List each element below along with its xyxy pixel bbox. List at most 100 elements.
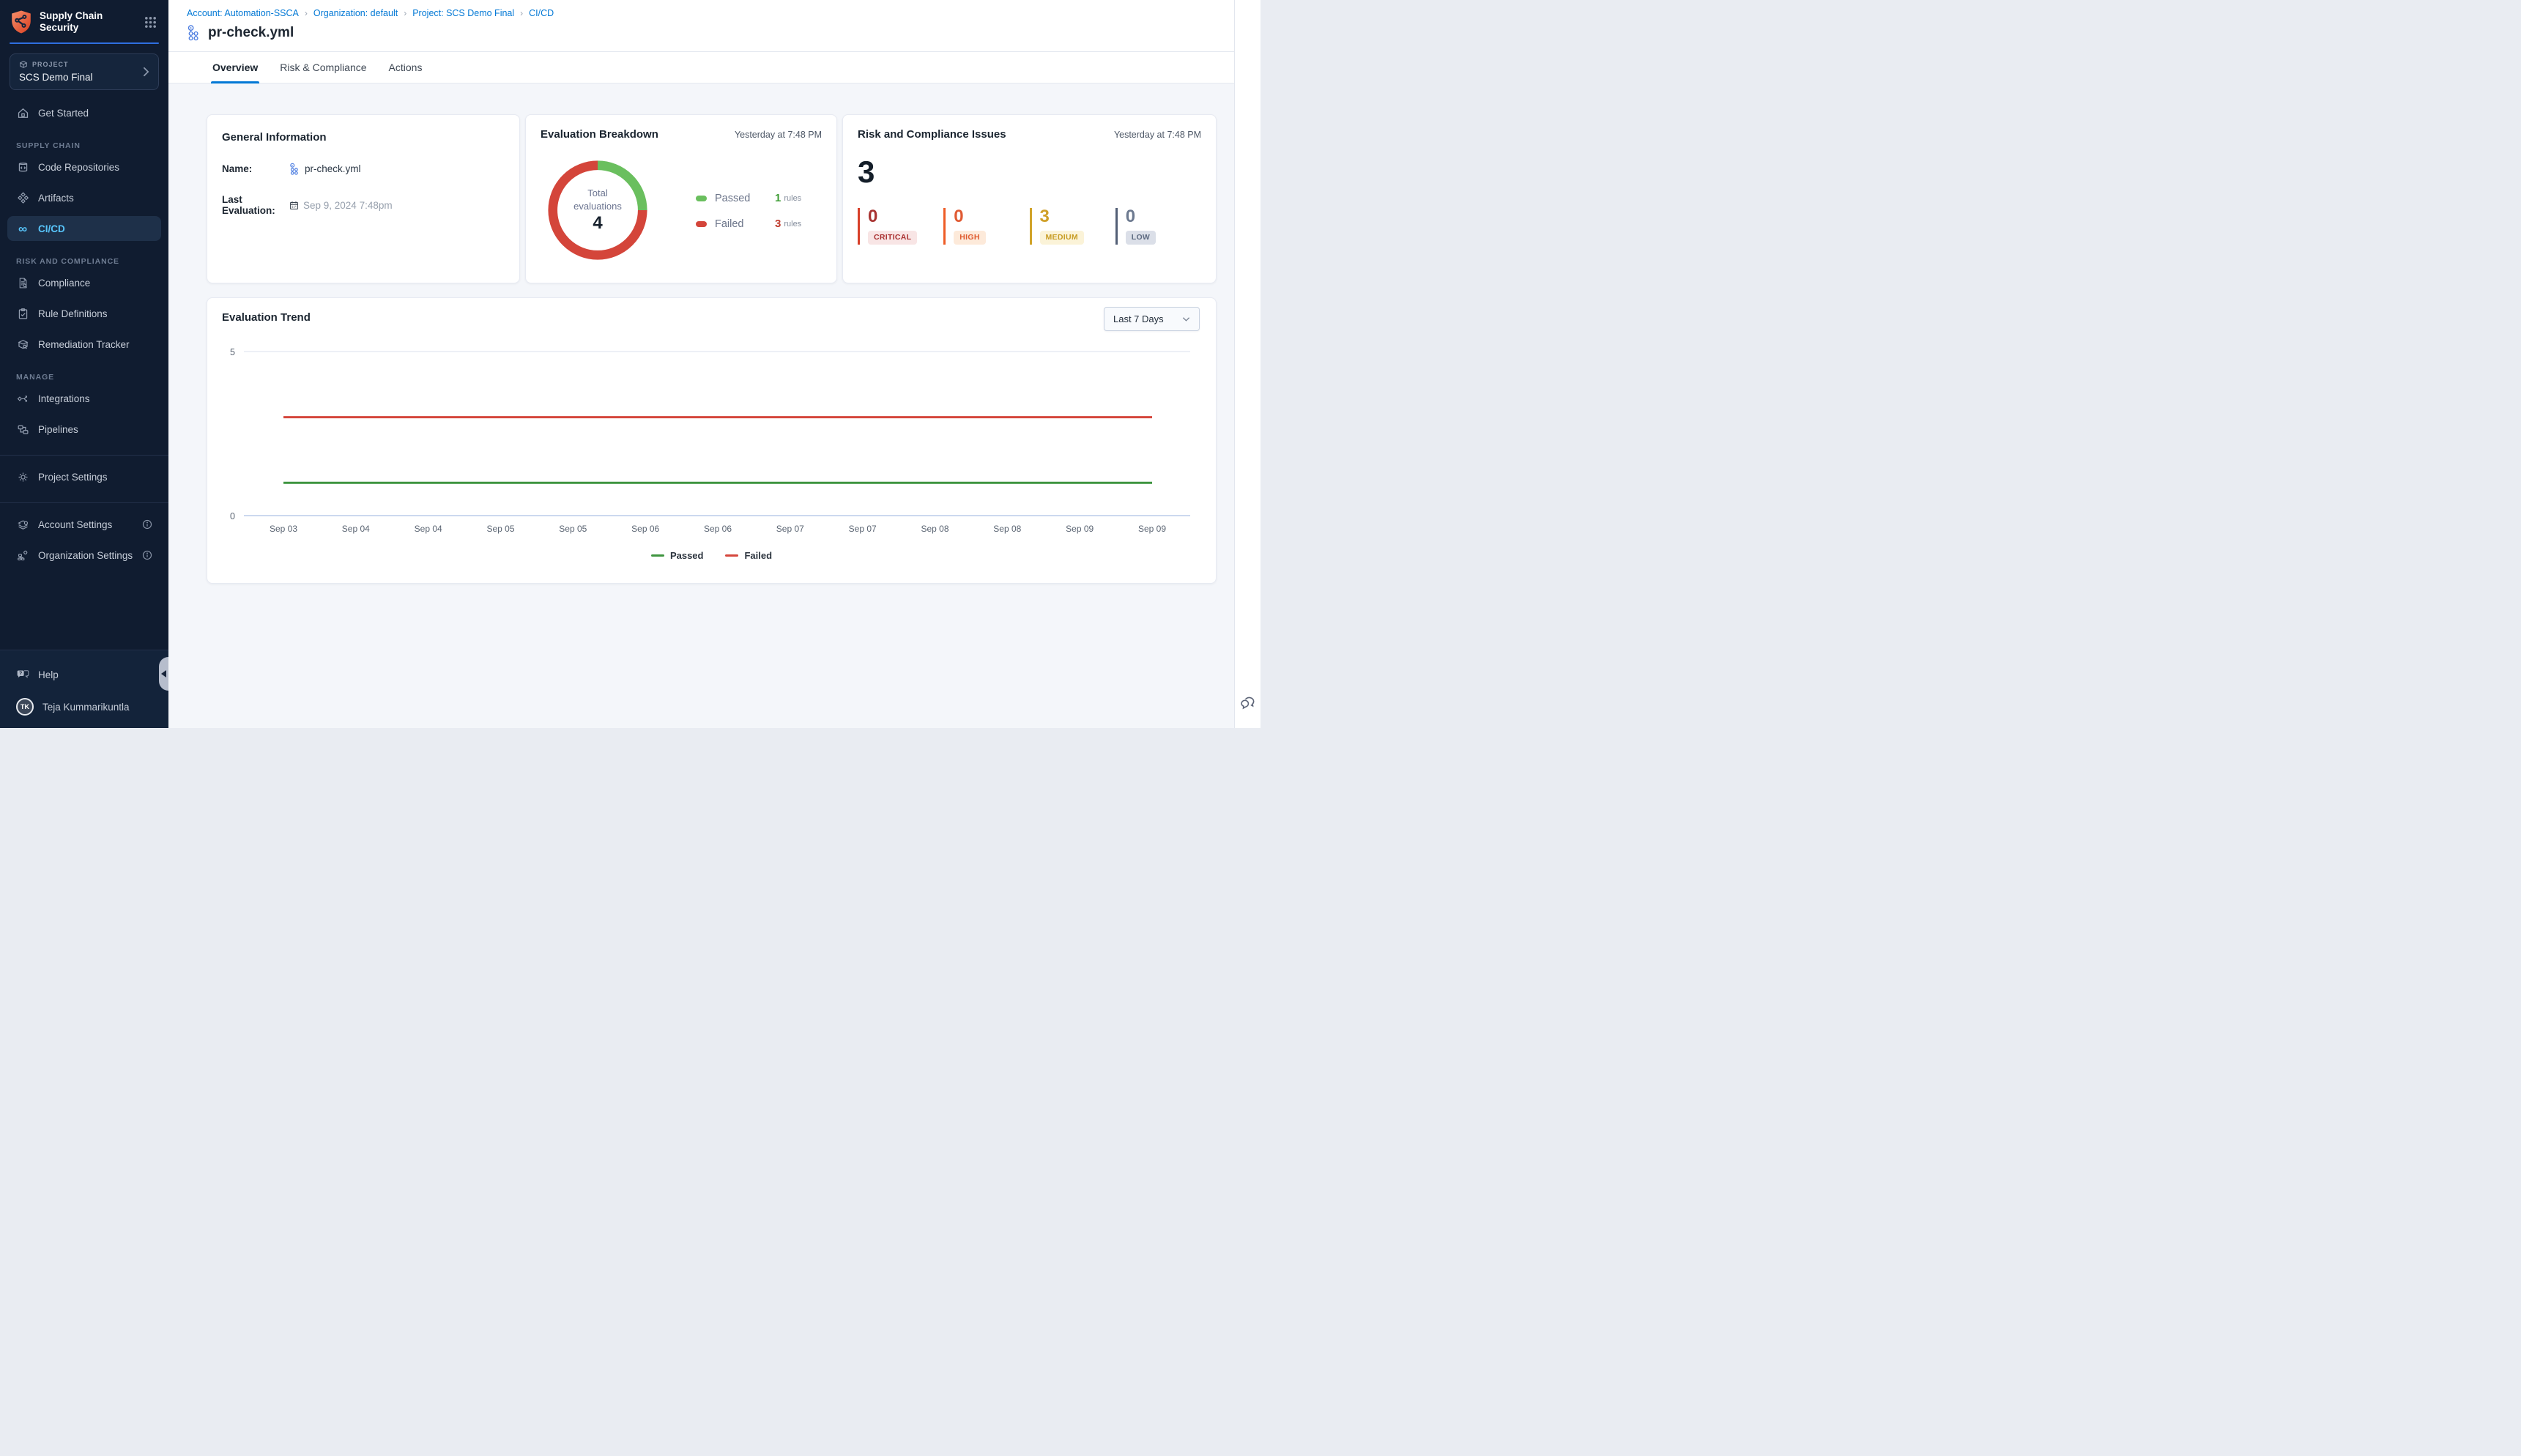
sidebar-item-label: Account Settings — [38, 519, 112, 530]
name-label: Name: — [222, 163, 289, 174]
breadcrumb: Account: Automation-SSCA › Organization:… — [187, 8, 554, 18]
sidebar-item-label: Organization Settings — [38, 550, 133, 561]
svg-text:0: 0 — [230, 511, 235, 521]
breadcrumb-cicd-link[interactable]: CI/CD — [529, 8, 554, 18]
svg-text:?: ? — [19, 671, 22, 676]
home-icon — [16, 107, 29, 119]
sidebar-item-rule-definitions[interactable]: Rule Definitions — [7, 301, 161, 326]
artifacts-icon — [16, 192, 29, 204]
sidebar-accent-divider — [10, 42, 159, 44]
sidebar-item-cicd[interactable]: ∞ CI/CD — [7, 216, 161, 241]
sidebar-item-label: Remediation Tracker — [38, 339, 130, 350]
breadcrumb-organization-link[interactable]: Organization: default — [313, 8, 398, 18]
donut-center-label: Total evaluations 4 — [546, 159, 649, 261]
sidebar-item-account-settings[interactable]: Account Settings — [7, 512, 161, 537]
sidebar-item-label: CI/CD — [38, 223, 65, 234]
svg-text:Sep 05: Sep 05 — [486, 524, 514, 534]
sidebar-item-help[interactable]: ? Help — [7, 662, 161, 687]
legend-row-failed: Failed 3 rules — [696, 218, 801, 230]
sidebar-item-artifacts[interactable]: Artifacts — [7, 185, 161, 210]
breadcrumb-separator: › — [299, 8, 313, 18]
last-evaluation-value: Sep 9, 2024 7:48pm — [289, 200, 393, 211]
sidebar-item-label: Integrations — [38, 393, 90, 404]
risk-and-compliance-issues-card: Risk and Compliance Issues Yesterday at … — [842, 114, 1217, 283]
breadcrumb-separator: › — [398, 8, 412, 18]
tab-actions[interactable]: Actions — [387, 52, 424, 83]
pipelines-icon — [16, 423, 29, 436]
sidebar-item-label: Project Settings — [38, 472, 108, 483]
main-content: General Information Name: pr-check — [168, 83, 1234, 728]
card-timestamp: Yesterday at 7:48 PM — [735, 130, 822, 140]
breadcrumb-project-link[interactable]: Project: SCS Demo Final — [412, 8, 514, 18]
sidebar-collapse-handle[interactable] — [159, 657, 168, 691]
card-title: Evaluation Breakdown — [541, 128, 658, 141]
sidebar: Supply Chain Security — [0, 0, 168, 728]
severity-high: 0 HIGH — [943, 208, 1029, 245]
card-timestamp: Yesterday at 7:48 PM — [1114, 130, 1201, 140]
cube-icon — [19, 60, 28, 69]
organization-settings-icon — [16, 549, 29, 562]
sidebar-item-code-repositories[interactable]: Code Repositories — [7, 155, 161, 179]
compliance-document-icon — [16, 277, 29, 289]
svg-text:Sep 06: Sep 06 — [631, 524, 659, 534]
low-badge: LOW — [1126, 231, 1156, 245]
sidebar-item-pipelines[interactable]: Pipelines — [7, 417, 161, 442]
sidebar-item-project-settings[interactable]: Project Settings — [7, 464, 161, 489]
page-header: Account: Automation-SSCA › Organization:… — [168, 0, 1234, 52]
low-count: 0 — [1126, 208, 1201, 226]
card-title: Evaluation Trend — [222, 311, 311, 324]
failed-line-swatch-icon — [725, 554, 738, 557]
module-grid-menu-icon[interactable] — [144, 16, 157, 29]
remediation-box-icon — [16, 338, 29, 351]
info-icon[interactable] — [142, 550, 152, 560]
tab-risk-and-compliance[interactable]: Risk & Compliance — [278, 52, 368, 83]
date-range-selector[interactable]: Last 7 Days — [1104, 307, 1200, 331]
card-title: Risk and Compliance Issues — [858, 128, 1006, 141]
sidebar-section-supply-chain: SUPPLY CHAIN — [16, 141, 152, 150]
legend-failed: Failed — [725, 550, 772, 561]
last-evaluation-row: Last Evaluation: Sep 9, 2024 7:48pm — [222, 194, 505, 216]
project-name: SCS Demo Final — [19, 72, 93, 83]
passed-pill-icon — [696, 196, 707, 201]
severity-critical: 0 CRITICAL — [858, 208, 943, 245]
support-chat-icon[interactable] — [1239, 695, 1256, 712]
svg-text:Sep 09: Sep 09 — [1066, 524, 1094, 534]
failed-pill-icon — [696, 221, 707, 227]
sidebar-item-integrations[interactable]: Integrations — [7, 386, 161, 411]
total-issues-value: 3 — [858, 157, 1201, 187]
app-screen: Supply Chain Security — [0, 0, 1260, 728]
right-utility-rail — [1234, 0, 1260, 728]
sidebar-item-label: Rule Definitions — [38, 308, 108, 319]
project-selector[interactable]: PROJECT SCS Demo Final — [10, 53, 159, 90]
sidebar-item-compliance[interactable]: Compliance — [7, 270, 161, 295]
chevron-down-icon — [1182, 316, 1190, 322]
account-settings-icon — [16, 519, 29, 531]
last-evaluation-label: Last Evaluation: — [222, 194, 289, 216]
info-icon[interactable] — [142, 519, 152, 530]
medium-badge: MEDIUM — [1040, 231, 1084, 245]
failed-count: 3 — [775, 218, 781, 230]
passed-count: 1 — [775, 192, 781, 204]
sidebar-user[interactable]: TK Teja Kummarikuntla — [7, 694, 161, 719]
sidebar-item-organization-settings[interactable]: Organization Settings — [7, 543, 161, 568]
card-title: General Information — [222, 131, 327, 144]
total-evaluations-value: 4 — [593, 213, 602, 234]
svg-text:Sep 08: Sep 08 — [921, 524, 948, 534]
collapse-left-arrow-icon — [161, 670, 166, 677]
sidebar-item-get-started[interactable]: Get Started — [7, 100, 161, 125]
sidebar-divider — [0, 455, 168, 456]
sidebar-item-label: Pipelines — [38, 424, 78, 435]
sidebar-item-remediation-tracker[interactable]: Remediation Tracker — [7, 332, 161, 357]
tab-overview[interactable]: Overview — [211, 52, 259, 83]
pipeline-file-icon — [187, 24, 201, 41]
breadcrumb-account-link[interactable]: Account: Automation-SSCA — [187, 8, 299, 18]
sidebar-section-risk-and-compliance: RISK AND COMPLIANCE — [16, 257, 152, 266]
svg-text:5: 5 — [230, 347, 235, 357]
name-value: pr-check.yml — [289, 163, 361, 175]
pipeline-file-icon — [289, 163, 300, 175]
infinity-cicd-icon: ∞ — [16, 223, 29, 235]
name-row: Name: pr-check.yml — [222, 163, 505, 175]
breadcrumb-separator: › — [514, 8, 529, 18]
sidebar-divider — [0, 502, 168, 503]
evaluation-trend-line-chart: 50Sep 03Sep 04Sep 04Sep 05Sep 05Sep 06Se… — [222, 334, 1203, 545]
